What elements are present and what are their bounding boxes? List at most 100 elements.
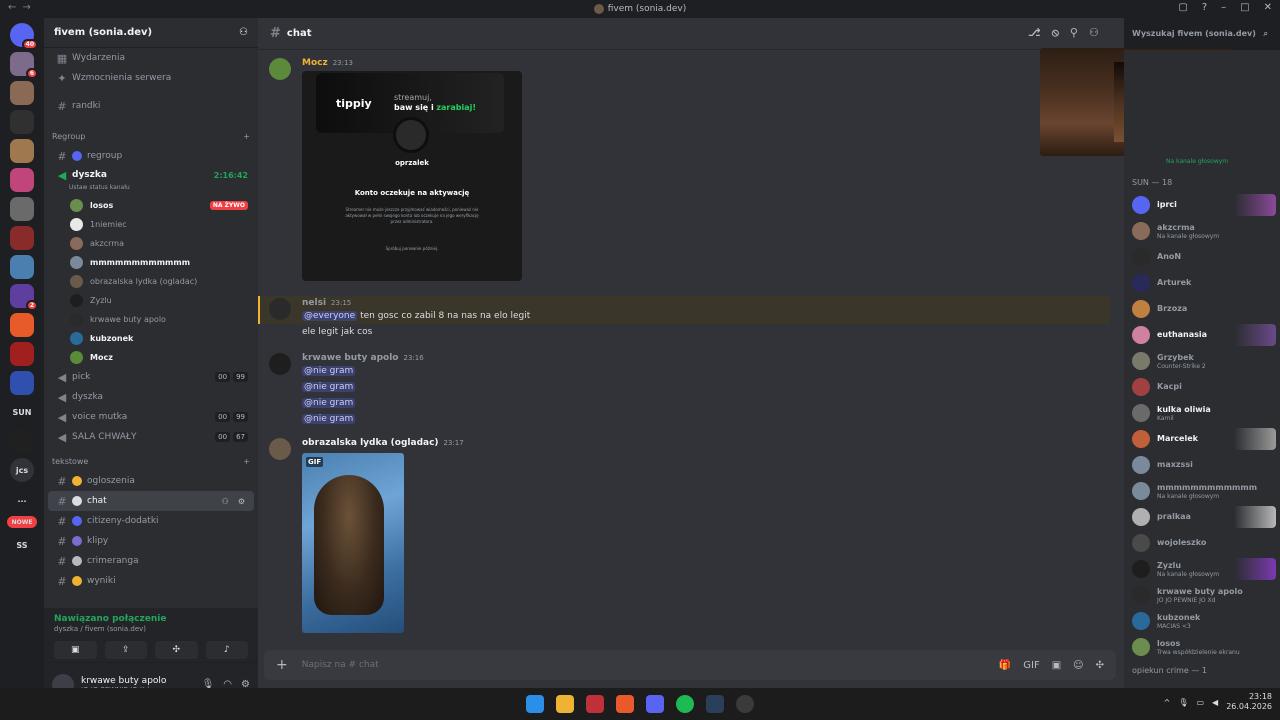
server-icon[interactable]: 6 — [10, 52, 38, 79]
steam-icon[interactable] — [706, 695, 724, 713]
avatar[interactable] — [269, 58, 291, 80]
members-icon[interactable]: ⚇ — [1089, 26, 1099, 40]
text-channel[interactable]: # citizeny-dodatki — [48, 511, 254, 531]
voice-user[interactable]: 1niemiec — [44, 215, 258, 234]
mention[interactable]: @everyone — [302, 311, 358, 321]
server-icon[interactable] — [10, 139, 34, 163]
member-item[interactable]: akzcrma Na kanale głosowym — [1124, 218, 1280, 244]
member-item[interactable]: Marcelek — [1124, 426, 1280, 452]
server-icon[interactable] — [10, 168, 34, 192]
message-author[interactable]: krwawe buty apolo 23:16 — [302, 353, 424, 363]
category-tekstowe[interactable]: tekstowe + — [44, 451, 258, 471]
screen-share-button[interactable]: ⇪ — [104, 641, 147, 659]
text-channel[interactable]: # klipy — [48, 531, 254, 551]
server-icon[interactable] — [10, 255, 34, 279]
server-icon[interactable] — [10, 342, 34, 366]
member-item[interactable]: krwawe buty apolo JO JO PEWNIE JO Xd — [1124, 582, 1280, 608]
mute-icon[interactable]: ⦸ — [1052, 26, 1059, 40]
attach-icon[interactable]: + — [276, 657, 288, 673]
server-icon[interactable] — [10, 110, 34, 134]
server-icon[interactable] — [10, 197, 34, 221]
emoji-icon[interactable]: ☺ — [1073, 660, 1083, 671]
category-regroup[interactable]: Regroup + — [44, 126, 258, 146]
member-item[interactable]: iprci — [1124, 192, 1280, 218]
close-button[interactable]: ✕ — [1264, 2, 1272, 13]
text-channel[interactable]: # crimeranga — [48, 551, 254, 571]
volume-icon[interactable]: ◀ — [1212, 698, 1218, 707]
avatar[interactable] — [269, 438, 291, 460]
server-icon[interactable]: jcs — [10, 458, 34, 482]
threads-icon[interactable]: ⎇ — [1028, 26, 1041, 40]
soundboard-button[interactable]: ♪ — [205, 641, 248, 659]
voice-user[interactable]: krwawe buty apolo — [44, 310, 258, 329]
member-item[interactable]: mmmmmmmmmmmm Na kanale głosowym — [1124, 478, 1280, 504]
help-icon[interactable]: ? — [1202, 2, 1207, 13]
minimize-button[interactable]: – — [1221, 2, 1226, 13]
member-item[interactable]: Zyzlu Na kanale głosowym — [1124, 556, 1280, 582]
voice-status[interactable]: Nawiązano połączenie — [54, 614, 248, 624]
message-input[interactable]: + Napisz na # chat 🎁 GIF ▣ ☺ ✣ — [264, 650, 1116, 680]
search-input[interactable]: Wyszukaj fivem (sonia.dev) ⌕ — [1126, 24, 1274, 44]
embed-image[interactable]: tippiy streamuj, baw się i zarabiaj! oprz… — [302, 71, 522, 281]
server-icon[interactable] — [10, 429, 34, 453]
voice-channel[interactable]: ◀ dyszka — [48, 387, 254, 407]
member-item[interactable]: kubzonek MACIAS <3 — [1124, 608, 1280, 634]
text-channel[interactable]: # ogloszenia — [48, 471, 254, 491]
voice-channel[interactable]: ◀ voice mutka 00 99 — [48, 407, 254, 427]
message-author[interactable]: nelsi 23:15 — [302, 298, 351, 308]
clock[interactable]: 23:18 26.04.2026 — [1226, 692, 1272, 712]
channel-randki[interactable]: # randki — [48, 96, 254, 116]
voice-user[interactable]: kubzonek — [44, 329, 258, 348]
spotify-icon[interactable] — [676, 695, 694, 713]
app-icon[interactable] — [736, 695, 754, 713]
voice-channel[interactable]: ◀ SALA CHWAŁY 00 67 — [48, 427, 254, 447]
gif-icon[interactable]: GIF — [1023, 660, 1039, 671]
server-header[interactable]: fivem (sonia.dev) ⚇ — [44, 18, 258, 48]
voice-channel-dyszka[interactable]: ◀ dyszka 2:16:42 — [48, 166, 254, 184]
server-icon[interactable] — [10, 313, 34, 337]
add-channel-icon[interactable]: + — [243, 457, 250, 466]
gif-attachment[interactable]: GIF — [302, 453, 404, 633]
server-icon[interactable] — [10, 371, 34, 395]
maximize-button[interactable]: □ — [1240, 2, 1249, 13]
member-item[interactable]: Brzoza — [1124, 296, 1280, 322]
member-item[interactable]: maxzssi — [1124, 452, 1280, 478]
chevron-up-icon[interactable]: ^ — [1164, 698, 1171, 707]
pin-icon[interactable]: ⚲ — [1070, 26, 1078, 40]
network-icon[interactable]: ▭ — [1196, 698, 1204, 707]
server-icon[interactable]: 2 — [10, 284, 38, 311]
server-icon[interactable] — [10, 81, 34, 105]
sticker-icon[interactable]: ▣ — [1052, 660, 1061, 671]
discord-icon[interactable] — [646, 695, 664, 713]
invite-icon[interactable]: ⚇ — [219, 496, 232, 507]
gift-icon[interactable]: 🎁 — [999, 660, 1011, 671]
settings-icon[interactable]: ⚙ — [235, 496, 248, 507]
history-nav[interactable]: ←→ — [8, 2, 37, 13]
avatar[interactable] — [269, 298, 291, 320]
events-item[interactable]: ▦ Wydarzenia — [48, 48, 254, 68]
server-icon[interactable] — [10, 226, 34, 250]
server-icon[interactable]: 40 — [10, 23, 38, 50]
avatar[interactable] — [269, 353, 291, 375]
voice-channel[interactable]: ◀ pick 00 99 — [48, 367, 254, 387]
member-item[interactable]: wojoleszko — [1124, 530, 1280, 556]
microphone-icon[interactable]: 🎙 — [1178, 698, 1188, 707]
voice-user[interactable]: losos NA ŻYWO — [44, 196, 258, 215]
server-icon[interactable]: SUN — [10, 400, 34, 424]
file-explorer-icon[interactable] — [556, 695, 574, 713]
channel-status[interactable]: Ustaw status kanału — [44, 184, 258, 196]
voice-user[interactable]: akzcrma — [44, 234, 258, 253]
channel-regroup[interactable]: # regroup — [48, 146, 254, 166]
member-item[interactable]: Kacpi — [1124, 374, 1280, 400]
add-member-icon[interactable]: ⚇ — [239, 27, 248, 38]
app-icon[interactable] — [586, 695, 604, 713]
start-icon[interactable] — [526, 695, 544, 713]
message-author[interactable]: Mocz 23:13 — [302, 58, 353, 68]
camera-button[interactable]: ▣ — [54, 641, 97, 659]
server-icon[interactable]: SS — [10, 533, 34, 557]
voice-user[interactable]: mmmmmmmmmmmm — [44, 253, 258, 272]
voice-user[interactable]: Mocz — [44, 348, 258, 367]
text-channel[interactable]: # wyniki — [48, 571, 254, 591]
apps-icon[interactable]: ✣ — [1096, 660, 1104, 671]
member-item[interactable]: pralkaa — [1124, 504, 1280, 530]
